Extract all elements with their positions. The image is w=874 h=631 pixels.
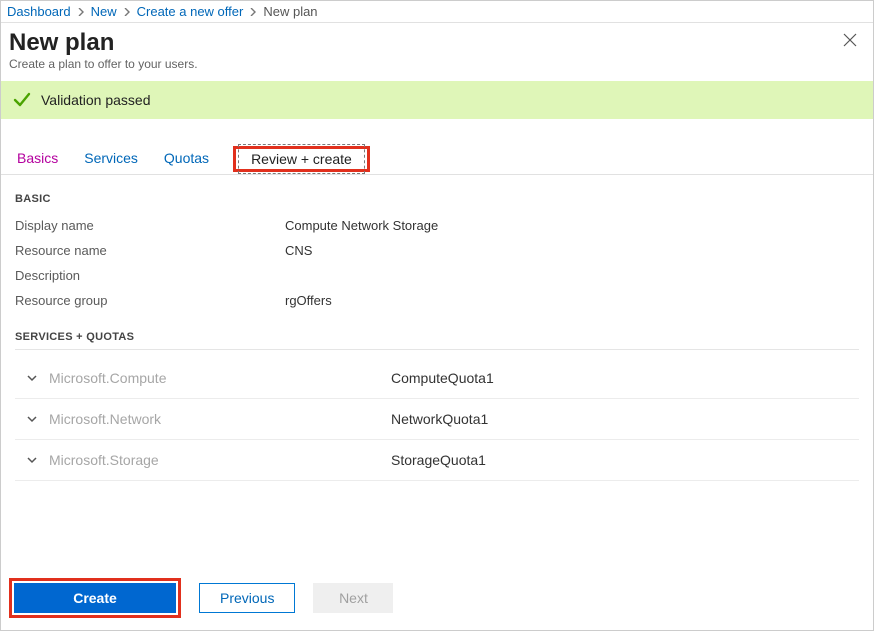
- review-content: BASIC Display name Compute Network Stora…: [1, 175, 873, 568]
- basic-value: rgOffers: [285, 293, 332, 308]
- breadcrumb: Dashboard New Create a new offer New pla…: [1, 1, 873, 23]
- service-quota: NetworkQuota1: [391, 411, 488, 427]
- service-name: Microsoft.Network: [49, 411, 391, 427]
- page-subtitle: Create a plan to offer to your users.: [9, 57, 859, 71]
- chevron-right-icon: [77, 8, 85, 16]
- breadcrumb-dashboard[interactable]: Dashboard: [7, 4, 71, 19]
- section-basic-title: BASIC: [15, 193, 859, 205]
- service-quota: StorageQuota1: [391, 452, 486, 468]
- tab-review-create[interactable]: Review + create: [238, 144, 365, 174]
- basic-value: CNS: [285, 243, 312, 258]
- tab-services[interactable]: Services: [82, 144, 140, 172]
- tab-review-create-highlight: Review + create: [233, 146, 370, 172]
- section-services-quotas-title: SERVICES + QUOTAS: [15, 331, 859, 350]
- tab-basics[interactable]: Basics: [15, 144, 60, 172]
- basic-row-resource-group: Resource group rgOffers: [15, 288, 859, 313]
- chevron-down-icon[interactable]: [15, 413, 49, 425]
- tab-quotas[interactable]: Quotas: [162, 144, 211, 172]
- page-title: New plan: [9, 29, 859, 57]
- basic-row-resource-name: Resource name CNS: [15, 238, 859, 263]
- chevron-right-icon: [123, 8, 131, 16]
- basic-label: Display name: [15, 218, 285, 233]
- chevron-right-icon: [249, 8, 257, 16]
- basic-row-display-name: Display name Compute Network Storage: [15, 213, 859, 238]
- create-button[interactable]: Create: [14, 583, 176, 613]
- tabs: Basics Services Quotas Review + create: [1, 141, 873, 175]
- service-quota: ComputeQuota1: [391, 370, 494, 386]
- create-button-highlight: Create: [9, 578, 181, 618]
- chevron-down-icon[interactable]: [15, 454, 49, 466]
- basic-label: Resource name: [15, 243, 285, 258]
- basic-label: Resource group: [15, 293, 285, 308]
- service-name: Microsoft.Compute: [49, 370, 391, 386]
- service-name: Microsoft.Storage: [49, 452, 391, 468]
- service-row-storage[interactable]: Microsoft.Storage StorageQuota1: [15, 440, 859, 481]
- breadcrumb-new[interactable]: New: [91, 4, 117, 19]
- validation-message: Validation passed: [41, 92, 150, 108]
- close-icon[interactable]: [843, 33, 859, 49]
- previous-button[interactable]: Previous: [199, 583, 295, 613]
- basic-row-description: Description: [15, 263, 859, 288]
- validation-banner: Validation passed: [1, 81, 873, 119]
- basic-label: Description: [15, 268, 285, 283]
- breadcrumb-new-plan: New plan: [263, 4, 317, 19]
- page-header: New plan Create a plan to offer to your …: [1, 23, 873, 77]
- next-button: Next: [313, 583, 393, 613]
- footer-actions: Create Previous Next: [1, 568, 873, 630]
- breadcrumb-create-offer[interactable]: Create a new offer: [137, 4, 244, 19]
- service-row-compute[interactable]: Microsoft.Compute ComputeQuota1: [15, 358, 859, 399]
- check-icon: [13, 91, 31, 109]
- service-row-network[interactable]: Microsoft.Network NetworkQuota1: [15, 399, 859, 440]
- chevron-down-icon[interactable]: [15, 372, 49, 384]
- basic-value: Compute Network Storage: [285, 218, 438, 233]
